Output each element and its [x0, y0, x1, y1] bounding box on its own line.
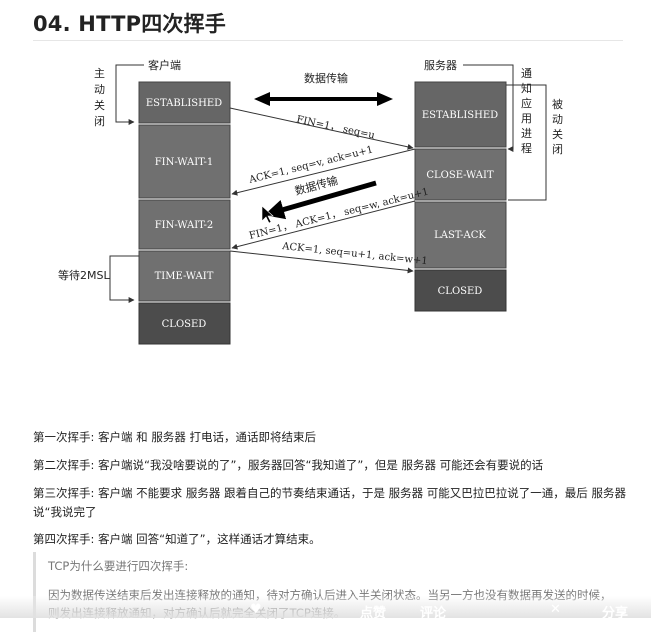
client-state-closed: CLOSED [138, 302, 231, 345]
svg-text:ESTABLISHED: ESTABLISHED [422, 110, 498, 121]
svg-text:关: 关 [94, 98, 105, 112]
svg-text:闭: 闭 [94, 115, 105, 128]
active-close-label: 主 动 关 闭 [94, 67, 105, 128]
paragraph-third-wave: 第三次挥手: 客户端 不能要求 服务器 跟着自己的节奏结束通话，于是 服务器 可… [33, 486, 626, 519]
svg-text:FIN-WAIT-1: FIN-WAIT-1 [155, 157, 214, 168]
server-state-close-wait: CLOSE-WAIT [414, 148, 507, 201]
data-transfer-double-arrow [254, 92, 393, 106]
svg-text:知: 知 [521, 81, 532, 95]
client-state-time-wait: TIME-WAIT [138, 250, 231, 302]
svg-text:动: 动 [94, 83, 105, 96]
share-icon[interactable]: ✕ [550, 602, 561, 617]
paragraph-second-wave: 第二次挥手: 客户端说“我没啥要说的了”，服务器回答“我知道了”，但是 服务器 … [33, 458, 544, 472]
toolbar-item-2[interactable]: 评论 [420, 602, 446, 621]
paragraph-first-wave: 第一次挥手: 客户端 和 服务器 打电话，通话即将结束后 [33, 430, 316, 444]
mouse-cursor-icon [261, 205, 274, 224]
tcp-four-way-handshake-diagram: 客户端 服务器 ESTABLISHED FIN-WAIT-1 FIN-WAIT-… [58, 58, 563, 345]
svg-text:LAST-ACK: LAST-ACK [434, 230, 486, 241]
paragraph-fourth-wave: 第四次挥手: 客户端 回答“知道了”，这样通话才算结束。 [33, 532, 321, 546]
client-state-fin-wait-2: FIN-WAIT-2 [138, 199, 231, 250]
like-icon[interactable]: ♥ [250, 602, 262, 617]
data-transfer-top-label: 数据传输 [304, 71, 348, 85]
svg-text:主: 主 [94, 67, 105, 80]
svg-text:闭: 闭 [552, 143, 563, 156]
wait-2msl-arrow [109, 255, 139, 303]
svg-text:应: 应 [521, 96, 532, 110]
svg-text:关: 关 [552, 127, 563, 141]
ack2-message-label: ACK=1, seq=u+1, ack=w+1 [281, 241, 428, 267]
toolbar-item-3[interactable]: 分享 [602, 602, 628, 621]
quote-title: TCP为什么要进行四次挥手: [48, 559, 189, 573]
server-state-established: ESTABLISHED [414, 81, 507, 148]
client-state-fin-wait-1: FIN-WAIT-1 [138, 124, 231, 199]
fin2-message-arrow [231, 200, 416, 250]
client-state-established: ESTABLISHED [138, 81, 231, 124]
bottom-toolbar: ♥ 点赞 评论 ✕ 分享 [250, 600, 630, 621]
svg-text:程: 程 [521, 142, 532, 155]
server-state-closed: CLOSED [414, 269, 507, 312]
svg-text:ESTABLISHED: ESTABLISHED [146, 98, 222, 109]
quote-block: TCP为什么要进行四次挥手: 因为数据传送结束后发出连接释放的通知，待对方确认后… [33, 552, 636, 632]
svg-text:进: 进 [521, 127, 532, 140]
server-label: 服务器 [424, 59, 457, 72]
svg-text:CLOSED: CLOSED [438, 286, 483, 297]
client-label: 客户端 [148, 58, 181, 72]
svg-text:用: 用 [521, 112, 532, 125]
passive-close-label: 被 动 关 闭 [552, 98, 563, 156]
svg-text:CLOSED: CLOSED [162, 319, 207, 330]
fin1-message-label: FIN=1， seq=u [295, 114, 376, 141]
notify-app-label: 通 知 应 用 进 程 [521, 67, 532, 155]
svg-text:CLOSE-WAIT: CLOSE-WAIT [426, 170, 494, 181]
svg-text:动: 动 [552, 113, 563, 126]
server-state-last-ack: LAST-ACK [414, 201, 507, 269]
svg-text:通: 通 [521, 67, 532, 80]
wait-2msl-label: 等待2MSL [58, 268, 110, 282]
toolbar-item-1[interactable]: 点赞 [360, 602, 386, 621]
svg-text:被: 被 [552, 98, 563, 111]
svg-text:FIN-WAIT-2: FIN-WAIT-2 [155, 220, 214, 231]
svg-text:TIME-WAIT: TIME-WAIT [155, 271, 214, 282]
